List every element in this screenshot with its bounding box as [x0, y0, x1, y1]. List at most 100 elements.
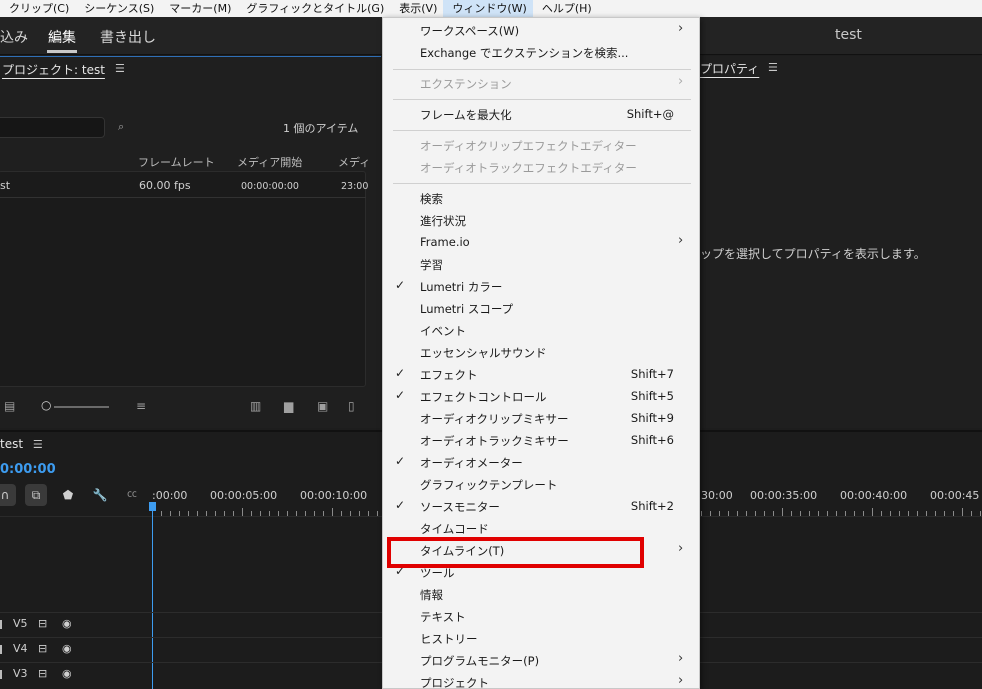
menu-item-essential-sound[interactable]: エッセンシャルサウンド — [383, 342, 699, 364]
menu-item-label: 学習 — [420, 258, 443, 272]
tab-edit[interactable]: 編集 — [48, 27, 76, 47]
menu-item-label: エフェクト — [420, 368, 478, 382]
menu-item-info[interactable]: 情報 — [383, 584, 699, 606]
menu-window[interactable]: ウィンドウ(W) — [443, 0, 533, 17]
panel-menu-icon[interactable]: ☰ — [33, 438, 43, 451]
trash-icon[interactable]: ▯ — [348, 399, 355, 413]
sync-lock-icon[interactable]: ⊟ — [38, 617, 47, 630]
menu-item-graphic-templates[interactable]: グラフィックテンプレート — [383, 474, 699, 496]
row-media-start: 00:00:00:00 — [241, 181, 299, 192]
menu-clip[interactable]: クリップ(C) — [0, 0, 75, 17]
zoom-slider-track[interactable] — [54, 406, 109, 408]
menu-item-label: ワークスペース(W) — [420, 24, 520, 38]
menu-item-label: ソースモニター — [420, 500, 500, 514]
menu-sequence[interactable]: シーケンス(S) — [75, 0, 160, 17]
tab-export[interactable]: 書き出し — [100, 27, 156, 47]
ruler-label: 00:00:05:00 — [210, 489, 278, 502]
panel-menu-icon[interactable]: ☰ — [115, 62, 125, 75]
active-tab-underline — [47, 50, 77, 53]
lock-icon[interactable] — [0, 670, 2, 679]
menu-item-label: グラフィックテンプレート — [420, 478, 558, 492]
properties-title-text: プロパティ — [700, 62, 760, 76]
menu-item-effect-controls[interactable]: ✓ エフェクトコントロール Shift+5 — [383, 386, 699, 408]
lock-icon[interactable] — [0, 620, 2, 629]
menu-item-shortcut: Shift+7 — [630, 367, 674, 381]
properties-panel: プロパティ ☰ — [700, 56, 982, 428]
check-icon: ✓ — [395, 366, 406, 380]
menu-item-audio-meters[interactable]: ✓ オーディオメーター — [383, 452, 699, 474]
menu-item-search[interactable]: 検索 — [383, 188, 699, 210]
menu-marker[interactable]: マーカー(M) — [160, 0, 237, 17]
menu-item-label: オーディオメーター — [420, 456, 523, 470]
column-media-start[interactable]: メディア開始 — [237, 154, 302, 170]
search-bin-icon[interactable]: ⌕ — [118, 120, 124, 134]
eye-icon[interactable]: ◉ — [62, 667, 72, 680]
tab-import[interactable]: 込み — [0, 27, 28, 47]
row-name[interactable]: st — [0, 179, 10, 192]
playhead-handle[interactable] — [149, 502, 156, 511]
menu-item-label: Lumetri スコープ — [420, 302, 514, 316]
menu-item-audio-clip-mixer[interactable]: オーディオクリップミキサー Shift+9 — [383, 408, 699, 430]
new-item-icon[interactable]: ▣ — [317, 399, 328, 413]
menu-item-progress[interactable]: 進行状況 — [383, 210, 699, 232]
menu-item-learn[interactable]: 学習 — [383, 254, 699, 276]
menu-item-text[interactable]: テキスト — [383, 606, 699, 628]
new-bin-icon[interactable]: ▆ — [284, 399, 293, 413]
menu-item-lumetri-color[interactable]: ✓ Lumetri カラー — [383, 276, 699, 298]
eye-icon[interactable]: ◉ — [62, 642, 72, 655]
submenu-arrow-icon: › — [678, 74, 684, 89]
sync-lock-icon[interactable]: ⊟ — [38, 642, 47, 655]
project-search-input[interactable] — [0, 117, 105, 138]
highlight-annotation-box — [387, 537, 644, 568]
properties-title[interactable]: プロパティ — [700, 60, 759, 77]
captions-icon[interactable]: ㏄ — [121, 484, 143, 506]
freeform-view-icon[interactable]: ▤ — [4, 399, 15, 413]
menu-help[interactable]: ヘルプ(H) — [533, 0, 598, 17]
lock-icon[interactable] — [0, 645, 2, 654]
menu-item-source-monitor[interactable]: ✓ ソースモニター Shift+2 — [383, 496, 699, 518]
menu-item-workspaces[interactable]: ワークスペース(W) › — [383, 20, 699, 42]
menu-item-effects[interactable]: ✓ エフェクト Shift+7 — [383, 364, 699, 386]
ruler-label: 00:00:35:00 — [750, 489, 818, 502]
timeline-title[interactable]: test ☰ — [0, 437, 43, 451]
menu-item-label: オーディオトラックミキサー — [420, 434, 569, 448]
panel-menu-icon[interactable]: ☰ — [768, 61, 778, 74]
window-menu-dropdown: ワークスペース(W) › Exchange でエクステンションを検索... エク… — [382, 17, 700, 689]
submenu-arrow-icon: › — [678, 673, 684, 688]
menu-separator — [393, 183, 691, 184]
ruler-label: 00:00:40:00 — [840, 489, 908, 502]
zoom-slider-handle[interactable]: ○ — [41, 398, 51, 412]
menu-view[interactable]: 表示(V) — [390, 0, 443, 17]
column-framerate[interactable]: フレームレート — [138, 154, 215, 170]
project-panel-title[interactable]: プロジェクト: test — [2, 61, 105, 78]
linked-selection-icon[interactable]: ⧉ — [25, 484, 47, 506]
menu-item-program-monitor[interactable]: プログラムモニター(P) › — [383, 650, 699, 672]
eye-icon[interactable]: ◉ — [62, 617, 72, 630]
menu-item-lumetri-scopes[interactable]: Lumetri スコープ — [383, 298, 699, 320]
menu-graphics[interactable]: グラフィックとタイトル(G) — [237, 0, 390, 17]
snap-icon[interactable]: ∩ — [0, 484, 16, 506]
submenu-arrow-icon: › — [678, 21, 684, 36]
sync-lock-icon[interactable]: ⊟ — [38, 667, 47, 680]
menu-item-shortcut: Shift+2 — [630, 499, 674, 513]
wrench-icon[interactable]: 🔧 — [89, 484, 111, 506]
menu-item-audio-track-mixer[interactable]: オーディオトラックミキサー Shift+6 — [383, 430, 699, 452]
menu-item-label: フレームを最大化 — [420, 108, 512, 122]
menu-item-exchange[interactable]: Exchange でエクステンションを検索... — [383, 42, 699, 64]
menu-item-audio-clip-effect-editor: オーディオクリップエフェクトエディター — [383, 135, 699, 157]
column-media-end[interactable]: メディ — [338, 154, 370, 170]
timeline-timecode[interactable]: 0:00:00 — [0, 462, 56, 477]
sequence-title: test — [835, 27, 862, 43]
menu-item-history[interactable]: ヒストリー — [383, 628, 699, 650]
menu-separator — [393, 99, 691, 100]
row-framerate: 60.00 fps — [139, 179, 191, 192]
menu-item-events[interactable]: イベント — [383, 320, 699, 342]
automate-icon[interactable]: ▥ — [250, 399, 261, 413]
menu-item-label: Lumetri カラー — [420, 280, 503, 294]
track-label: V3 — [13, 667, 28, 680]
menu-item-maximize-frame[interactable]: フレームを最大化 Shift+@ — [383, 104, 699, 126]
sort-icon[interactable]: ≡ — [136, 399, 146, 413]
menu-item-frameio[interactable]: Frame.io › — [383, 232, 699, 254]
add-marker-icon[interactable]: ⬟ — [57, 484, 79, 506]
menu-item-projects[interactable]: プロジェクト › — [383, 672, 699, 689]
